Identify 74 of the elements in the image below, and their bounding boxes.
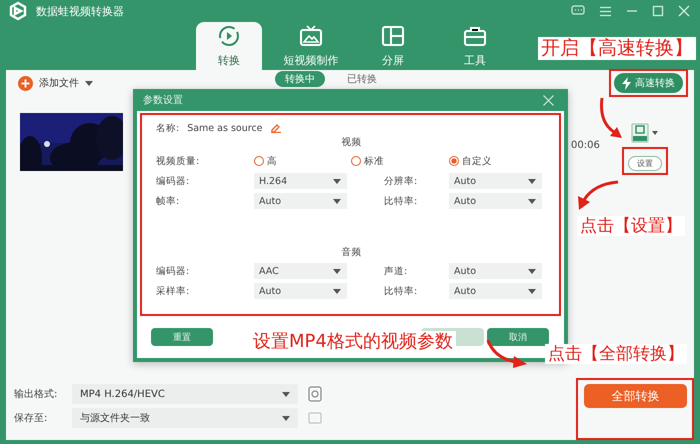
video-file-icon[interactable] — [631, 123, 650, 143]
menu-icon[interactable] — [599, 6, 612, 16]
arrow — [578, 180, 618, 210]
caret-icon — [528, 198, 536, 204]
name-value: Same as source — [187, 122, 263, 134]
output-format-dropdown[interactable]: MP4 H.264/HEVC — [72, 384, 298, 404]
quality-label: 视频质量: — [156, 154, 200, 168]
annotation-text: 点击【全部转换】 — [545, 344, 687, 364]
field-label: 分辨率: — [384, 174, 418, 188]
toolbox-icon — [463, 24, 487, 46]
feedback-icon[interactable] — [571, 5, 585, 17]
sub-tab[interactable]: 转换中 — [275, 71, 325, 87]
caret-icon — [528, 288, 536, 294]
dropdown[interactable]: Auto — [449, 193, 542, 209]
caret-icon — [528, 268, 536, 274]
sub-tab[interactable]: 已转换 — [337, 71, 387, 87]
duration-text: 00:06 — [571, 140, 600, 151]
quality-radio[interactable]: 标准 — [351, 154, 449, 168]
caret-icon — [333, 268, 341, 274]
dropdown[interactable]: Auto — [254, 283, 347, 299]
close-icon[interactable] — [543, 94, 554, 106]
plus-icon — [18, 76, 33, 90]
layout-icon — [381, 24, 405, 46]
caret-icon — [282, 392, 290, 396]
section-heading: 音频 — [340, 246, 362, 260]
dropdown[interactable]: Auto — [449, 173, 542, 189]
tab[interactable]: 分屏 — [360, 22, 426, 70]
folder-icon[interactable] — [308, 412, 322, 424]
caret-icon[interactable] — [652, 131, 658, 135]
refresh-icon — [217, 24, 241, 46]
save-to-label: 保存至: — [14, 412, 48, 425]
field-label: 声道: — [384, 264, 408, 278]
maximize-icon[interactable] — [652, 5, 664, 17]
field-label: 编码器: — [156, 174, 190, 188]
tab[interactable]: 工具 — [442, 22, 508, 70]
field-label: 采样率: — [156, 284, 190, 298]
dialog-title: 参数设置 — [143, 94, 183, 107]
field-label: 比特率: — [384, 284, 418, 298]
tab[interactable]: 短视频制作 — [278, 22, 344, 70]
tab[interactable]: 转换 — [196, 22, 262, 70]
dropdown[interactable]: Auto — [254, 193, 347, 209]
caret-icon — [333, 288, 341, 294]
annotation-text: 设置MP4格式的视频参数 — [250, 331, 456, 353]
output-format-label: 输出格式: — [14, 388, 58, 401]
tv-icon — [299, 24, 323, 46]
dropdown[interactable]: Auto — [449, 263, 542, 279]
section-heading: 视频 — [340, 136, 362, 150]
annotation-text: 开启【高速转换】 — [538, 37, 696, 60]
quality-radio[interactable]: 自定义 — [449, 154, 539, 168]
caret-icon — [282, 416, 290, 420]
annotation-text: 点击【设置】 — [577, 216, 685, 236]
settings-button[interactable]: 设置 — [628, 156, 662, 171]
name-label: 名称: — [156, 122, 180, 134]
quality-radio[interactable]: 高 — [254, 154, 351, 168]
settings-icon[interactable] — [308, 386, 322, 402]
arrow — [600, 98, 622, 138]
add-file-button[interactable]: 添加文件 — [14, 76, 97, 90]
field-label: 编码器: — [156, 264, 190, 278]
logo-icon — [8, 1, 28, 21]
caret-icon — [333, 198, 341, 204]
fast-convert-button[interactable]: 高速转换 — [614, 73, 683, 93]
close-icon[interactable] — [678, 5, 690, 17]
caret-icon — [528, 178, 536, 184]
field-label: 比特率: — [384, 194, 418, 208]
field-label: 帧率: — [156, 194, 180, 208]
caret-icon — [333, 178, 341, 184]
pencil-icon[interactable] — [270, 123, 281, 133]
dropdown[interactable]: AAC — [254, 263, 347, 279]
lightning-icon — [622, 76, 631, 90]
dropdown[interactable]: H.264 — [254, 173, 347, 189]
dropdown[interactable]: Auto — [449, 283, 542, 299]
app-title: 数据蛙视频转换器 — [36, 4, 124, 18]
caret-icon — [85, 80, 93, 86]
save-folder-dropdown[interactable]: 与源文件夹一致 — [72, 408, 298, 428]
